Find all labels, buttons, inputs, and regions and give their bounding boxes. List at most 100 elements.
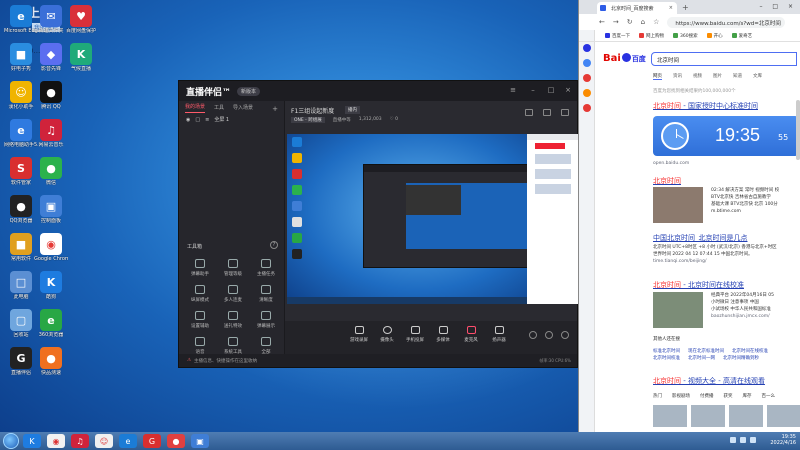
microphone-button[interactable]: 麦克风 bbox=[457, 321, 485, 343]
bookmark-icon[interactable] bbox=[582, 89, 591, 97]
tab-tools[interactable]: 工具 bbox=[214, 104, 224, 113]
toolbox-item[interactable]: 多人连麦 bbox=[218, 285, 248, 311]
video-thumbnail[interactable] bbox=[729, 405, 763, 427]
version-badge[interactable]: 新版本 bbox=[237, 86, 261, 96]
desktop-icon[interactable]: ♫ 网易云音乐 bbox=[34, 119, 68, 157]
taskbar-app-live-app[interactable]: G bbox=[143, 434, 161, 448]
result-title-2[interactable]: 北京时间 bbox=[653, 176, 681, 186]
phone-cast-button[interactable]: 手机投屏 bbox=[401, 321, 429, 343]
video-category[interactable]: 付费播 bbox=[700, 393, 714, 399]
desktop-icon[interactable]: ◆ 影音先锋 bbox=[34, 43, 68, 81]
star-icon[interactable]: ☆ bbox=[653, 18, 659, 26]
related-search-link[interactable]: 北京时间在线校准 bbox=[732, 349, 768, 354]
desktop-icon[interactable]: K 酷狗 bbox=[34, 271, 68, 309]
result-thumbnail[interactable] bbox=[653, 187, 703, 223]
desktop-icon[interactable]: ● 腾讯 QQ bbox=[34, 81, 68, 119]
desktop-icon[interactable]: e Microsoft Edge bbox=[4, 5, 38, 43]
desktop-icon[interactable]: ▣ 控制面板 bbox=[34, 195, 68, 233]
result-title-3[interactable]: 中国北京时间_北京时间是几点 bbox=[653, 233, 748, 243]
related-search-link[interactable]: 北京时间精确到秒 bbox=[723, 356, 759, 361]
address-bar[interactable]: https://www.baidu.com/s?wd=北京时间 bbox=[667, 16, 786, 28]
game-capture-button[interactable]: 游戏录屏 bbox=[345, 321, 373, 343]
search-input[interactable]: 北京时间 bbox=[651, 52, 797, 66]
settings-icon[interactable] bbox=[561, 109, 569, 116]
category-chip[interactable]: ONE - 跨组展 bbox=[291, 117, 325, 123]
desktop-icon[interactable]: e 360浏览器 bbox=[34, 309, 68, 347]
start-button[interactable] bbox=[3, 433, 19, 449]
speaker-button[interactable]: 扬声器 bbox=[485, 321, 513, 343]
drag-handle-icon[interactable]: ≡ bbox=[205, 117, 209, 123]
desktop-icon[interactable]: □ 此电脑 bbox=[4, 271, 38, 309]
desktop-icon[interactable]: K 气候直播 bbox=[64, 43, 98, 81]
bookmark-item[interactable]: 百度一下 bbox=[605, 32, 630, 39]
taskbar-app-security[interactable]: ● bbox=[167, 434, 185, 448]
result-title-5[interactable]: 北京时间 - 视频大全 - 高清在线观看 bbox=[653, 376, 765, 386]
taskbar-app-qq[interactable]: ☺ bbox=[95, 434, 113, 448]
desktop-icon[interactable]: ■ 常用软件 bbox=[4, 233, 38, 271]
back-icon[interactable]: ← bbox=[599, 18, 605, 26]
home-icon[interactable]: ⌂ bbox=[641, 18, 645, 26]
search-tab[interactable]: 视频 bbox=[693, 73, 702, 80]
record-icon[interactable] bbox=[529, 331, 537, 339]
result-url-1[interactable]: open.baidu.com bbox=[653, 161, 689, 166]
gear-icon[interactable] bbox=[561, 331, 569, 339]
search-tab[interactable]: 知道 bbox=[733, 73, 742, 80]
translate-icon[interactable] bbox=[582, 59, 591, 67]
toolbox-item[interactable]: 主播任务 bbox=[251, 259, 281, 285]
tab-import-scene[interactable]: 导入场景 bbox=[233, 104, 253, 113]
search-tab[interactable]: 文库 bbox=[753, 73, 762, 80]
lock-icon[interactable] bbox=[525, 109, 533, 116]
related-search-link[interactable]: 标准北京时间 bbox=[653, 349, 680, 354]
desktop-icon[interactable]: S 软件管家 bbox=[4, 157, 38, 195]
minimize-icon[interactable]: – bbox=[529, 86, 537, 94]
layout-icon[interactable] bbox=[543, 109, 551, 116]
maximize-icon[interactable]: □ bbox=[547, 86, 555, 94]
mail-icon[interactable] bbox=[582, 74, 591, 82]
search-tab[interactable]: 网页 bbox=[653, 73, 662, 80]
timer-icon[interactable] bbox=[545, 331, 553, 339]
media-button[interactable]: 多媒体 bbox=[429, 321, 457, 343]
video-thumbnail[interactable] bbox=[767, 405, 800, 427]
taskbar-app-kugou[interactable]: K bbox=[23, 434, 41, 448]
desktop-icon[interactable]: ● QQ浏览器 bbox=[4, 195, 38, 233]
desktop-icon[interactable]: ♥ 百度网盘保护 bbox=[64, 5, 98, 43]
toolbox-item[interactable]: 送礼特效 bbox=[218, 311, 248, 337]
desktop-icon[interactable]: ◉Google Chrome bbox=[34, 233, 68, 271]
scene-item[interactable]: ◉ □ ≡ 全屏 1 bbox=[179, 115, 284, 124]
result-thumbnail[interactable] bbox=[653, 292, 703, 328]
toolbox-item[interactable]: 弹幕展示 bbox=[251, 311, 281, 337]
desktop-icon[interactable]: e网络电脑助手5.0 bbox=[4, 119, 38, 157]
tab-baidu-search[interactable]: 北京时间_百度搜索 × bbox=[597, 2, 677, 14]
bookmark-item[interactable]: 网上购物 bbox=[639, 32, 664, 39]
video-category[interactable]: 获奖 bbox=[724, 393, 733, 399]
related-search-link[interactable]: 北京时间校准 bbox=[653, 356, 680, 361]
video-category[interactable]: 热门 bbox=[653, 393, 662, 399]
taskbar-app-edge[interactable]: e bbox=[119, 434, 137, 448]
scrollbar[interactable] bbox=[796, 100, 800, 160]
refresh-icon[interactable]: ↻ bbox=[627, 18, 633, 26]
help-icon[interactable]: ? bbox=[270, 241, 278, 249]
volume-icon[interactable] bbox=[740, 437, 746, 443]
desktop-icon[interactable]: ✉ 新建文件夹 bbox=[34, 5, 68, 43]
desktop-icon[interactable]: ▢ 回收站 bbox=[4, 309, 38, 347]
video-thumbnail[interactable] bbox=[653, 405, 687, 427]
stream-preview[interactable] bbox=[287, 134, 578, 304]
tab-my-scenes[interactable]: 我的场景 bbox=[185, 103, 206, 113]
related-search-link[interactable]: 北京时间一网 bbox=[688, 356, 715, 361]
new-tab-button[interactable]: + bbox=[682, 3, 689, 12]
video-category[interactable]: 库存 bbox=[743, 393, 752, 399]
add-scene-button[interactable]: + bbox=[272, 105, 278, 113]
toolbox-item[interactable]: 清晰度 bbox=[251, 285, 281, 311]
desktop-icon[interactable]: ● 微信 bbox=[34, 157, 68, 195]
video-category[interactable]: 百一么 bbox=[762, 393, 776, 399]
taskbar-app-netease-music[interactable]: ♫ bbox=[71, 434, 89, 448]
desktop-icon[interactable]: ■ 好电子秀 bbox=[4, 43, 38, 81]
video-thumbnail[interactable] bbox=[691, 405, 725, 427]
toolbox-item[interactable]: 弹幕助手 bbox=[185, 259, 215, 285]
close-tab-icon[interactable]: × bbox=[669, 5, 673, 11]
close-icon[interactable]: × bbox=[564, 86, 572, 94]
clock[interactable]: 19:35 2022/4/16 bbox=[770, 434, 796, 446]
window-controls[interactable]: – □ × bbox=[759, 3, 797, 10]
search-tab[interactable]: 资讯 bbox=[673, 73, 682, 80]
network-icon[interactable] bbox=[730, 437, 736, 443]
